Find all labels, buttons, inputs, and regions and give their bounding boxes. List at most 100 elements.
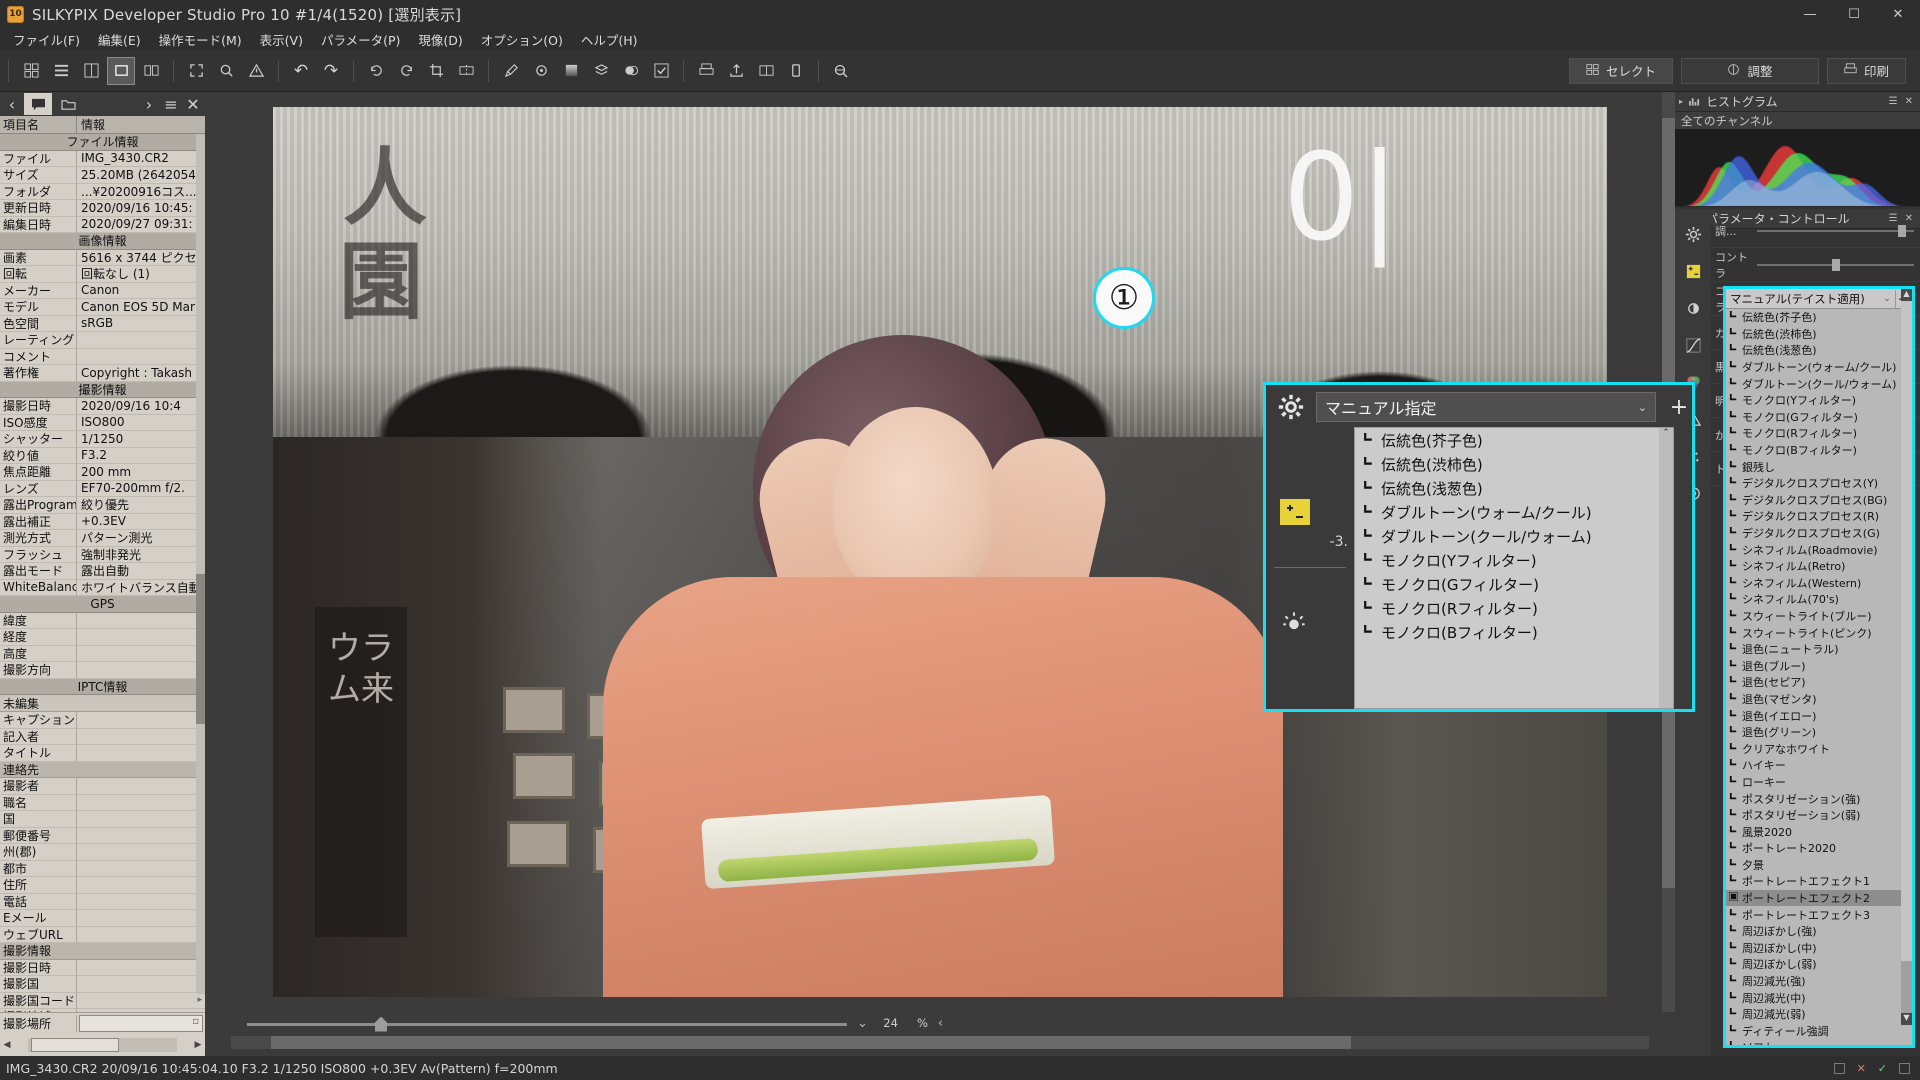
metadata-row[interactable]: キャプション [0, 712, 205, 729]
taste-list-item[interactable]: 風景2020 [1726, 823, 1912, 840]
metadata-row[interactable]: 緯度 [0, 613, 205, 630]
split-view-icon[interactable] [77, 57, 105, 85]
metadata-row[interactable]: WhiteBalanceホワイトバランス自動 [0, 580, 205, 597]
taste-list-item[interactable]: 退色(ブルー) [1726, 657, 1912, 674]
metadata-row[interactable]: 撮影者 [0, 778, 205, 795]
rotate-left-icon[interactable] [362, 57, 390, 85]
taste-list-item[interactable]: スウィートライト(ブルー) [1726, 608, 1912, 625]
crop-icon[interactable] [422, 57, 450, 85]
taste-list-item[interactable]: デジタルクロスプロセス(G) [1726, 525, 1912, 542]
metadata-row[interactable]: 撮影日時 [0, 960, 205, 977]
taste-list-item[interactable]: シネフィルム(Western) [1726, 575, 1912, 592]
back-arrow-icon[interactable]: ‹ [2, 93, 22, 115]
taste-popup-item[interactable]: 伝統色(芥子色) [1355, 428, 1673, 452]
taste-list-item[interactable]: 退色(ニュートラル) [1726, 641, 1912, 658]
taste-list-item[interactable]: 退色(セピア) [1726, 674, 1912, 691]
taste-list-item[interactable]: 夕景 [1726, 857, 1912, 874]
taste-list-item[interactable]: 周辺ぼかし(中) [1726, 940, 1912, 957]
metadata-row[interactable]: 編集日時 2020/09/27 09:31: [0, 217, 205, 234]
metadata-row[interactable]: メーカー Canon [0, 283, 205, 300]
chevron-down-icon[interactable]: ⌄ [1879, 294, 1895, 304]
taste-scroll-up[interactable]: ▲ [1901, 289, 1912, 301]
taste-item-list[interactable]: 伝統色(芥子色) 伝統色(渋柿色) 伝統色(浅葱色) ダブルトーン(ウォーム/クール)… [1726, 309, 1912, 1045]
taste-list-item[interactable]: ハイキー [1726, 757, 1912, 774]
menu-operation-mode[interactable]: 操作モード(M) [150, 28, 251, 51]
taste-list-item[interactable]: ソフト [1726, 1039, 1912, 1045]
search-icon[interactable] [212, 57, 240, 85]
taste-list-item[interactable]: 周辺減光(弱) [1726, 1006, 1912, 1023]
taste-popup-item[interactable]: 伝統色(渋柿色) [1355, 452, 1673, 476]
taste-list-item[interactable]: シネフィルム(Retro) [1726, 558, 1912, 575]
print-mode-button[interactable]: 印刷 [1827, 58, 1906, 84]
taste-list-item[interactable]: デジタルクロスプロセス(BG) [1726, 492, 1912, 509]
panel-close-icon[interactable]: ✕ [183, 93, 203, 115]
taste-list-item[interactable]: ポートレートエフェクト2 [1726, 890, 1912, 907]
taste-list-item[interactable]: モノクロ(Yフィルター) [1726, 392, 1912, 409]
metadata-row[interactable]: レーティング [0, 332, 205, 349]
histogram-panel-header[interactable]: ▸ ヒストグラム ☰ ✕ [1675, 92, 1920, 112]
taste-list-item[interactable]: モノクロ(Bフィルター) [1726, 442, 1912, 459]
param-slider-row[interactable]: コントラ [1711, 248, 1920, 282]
taste-popup-item[interactable]: 伝統色(浅葱色) [1355, 476, 1673, 500]
metadata-row[interactable]: 職名 [0, 795, 205, 812]
hscroll-thumb[interactable] [31, 1038, 119, 1052]
metadata-row[interactable]: レンズ EF70-200mm f/2. [0, 481, 205, 498]
ruler-icon[interactable] [782, 57, 810, 85]
taste-list-item[interactable]: 周辺減光(中) [1726, 989, 1912, 1006]
metadata-row[interactable]: 露出補正 +0.3EV [0, 514, 205, 531]
metadata-row[interactable]: 画素 5616 x 3744 ピクセ [0, 250, 205, 267]
taste-scroll-down[interactable]: ▼ [1901, 1013, 1912, 1025]
metadata-row[interactable]: Eメール [0, 910, 205, 927]
taste-selected-combo[interactable]: マニュアル(テイスト適用) ⌄ + [1726, 289, 1912, 309]
taste-list-item[interactable]: シネフィルム(70's) [1726, 591, 1912, 608]
histogram-close-icon[interactable]: ✕ [1905, 96, 1913, 107]
taste-list-item[interactable]: モノクロ(Rフィルター) [1726, 425, 1912, 442]
taste-list-item[interactable]: ダブルトーン(ウォーム/クール) [1726, 359, 1912, 376]
metadata-row[interactable]: 住所 [0, 877, 205, 894]
menu-file[interactable]: ファイル(F) [4, 28, 89, 51]
taste-list-item[interactable]: クリアなホワイト [1726, 740, 1912, 757]
mask-icon[interactable] [617, 57, 645, 85]
taste-list-item[interactable]: デジタルクロスプロセス(R) [1726, 508, 1912, 525]
select-mode-button[interactable]: セレクト [1569, 58, 1673, 84]
list-view-icon[interactable] [47, 57, 75, 85]
exposure-icon[interactable] [1681, 259, 1705, 283]
shoot-location-input[interactable] [79, 1015, 203, 1032]
forward-arrow-icon[interactable]: › [139, 93, 159, 115]
metadata-row[interactable]: サイズ 25.20MB (2642054 [0, 167, 205, 184]
param-slider-knob[interactable] [1898, 225, 1906, 237]
manual-specify-combo[interactable]: マニュアル指定 ⌄ [1316, 392, 1656, 422]
metadata-row[interactable]: ファイル IMG_3430.CR2 [0, 151, 205, 168]
single-view-icon[interactable] [107, 57, 135, 85]
x-status-icon[interactable]: ✕ [1857, 1062, 1866, 1075]
metadata-row[interactable]: タイトル [0, 745, 205, 762]
metadata-row[interactable]: 露出Program 絞り優先 [0, 497, 205, 514]
adjust-mode-button[interactable]: 調整 [1681, 58, 1819, 84]
exif-tab-icon[interactable] [24, 93, 52, 115]
redo-icon[interactable]: ↷ [317, 57, 345, 85]
hscroll-track[interactable] [28, 1038, 177, 1052]
add-preset-button[interactable]: + [1666, 395, 1692, 420]
taste-popup-item[interactable]: モノクロ(Yフィルター) [1355, 548, 1673, 572]
layers-icon[interactable] [587, 57, 615, 85]
gear-icon[interactable] [1681, 222, 1705, 246]
minimize-button[interactable]: — [1788, 0, 1832, 28]
metadata-row[interactable]: ウェブURL [0, 927, 205, 944]
metadata-row[interactable]: 高度 [0, 646, 205, 663]
zoom-prev-button[interactable]: ‹ [938, 1016, 943, 1031]
metadata-row[interactable]: 測光方式 パターン測光 [0, 530, 205, 547]
taste-list-item[interactable]: スウィートライト(ピンク) [1726, 624, 1912, 641]
taste-list-item[interactable]: 伝統色(芥子色) [1726, 309, 1912, 326]
compare-view-icon[interactable] [137, 57, 165, 85]
taste-popup-item[interactable]: ダブルトーン(ウォーム/クール) [1355, 500, 1673, 524]
chevron-down-icon-popup[interactable]: ⌄ [1638, 401, 1647, 414]
flip-icon[interactable] [452, 57, 480, 85]
zoom-dropdown-caret[interactable]: ⌄ [857, 1016, 868, 1031]
taste-list-item[interactable]: ポートレートエフェクト3 [1726, 906, 1912, 923]
metadata-row[interactable]: 都市 [0, 861, 205, 878]
histogram-menu-icon[interactable]: ☰ [1889, 96, 1898, 107]
taste-list-item[interactable]: 周辺ぼかし(弱) [1726, 956, 1912, 973]
menu-parameter[interactable]: パラメータ(P) [312, 28, 409, 51]
viewer-hscroll-thumb[interactable] [271, 1036, 1351, 1049]
brightness-icon[interactable] [1282, 611, 1306, 641]
